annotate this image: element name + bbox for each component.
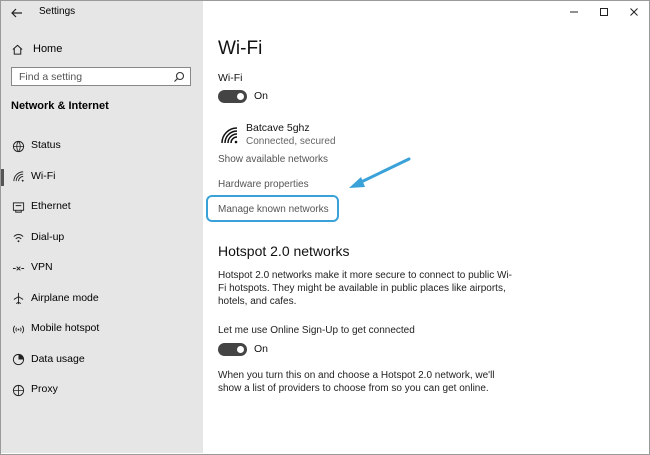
app-title: Settings	[39, 6, 76, 17]
vpn-icon	[11, 261, 25, 275]
data-usage-icon	[11, 353, 25, 367]
sidebar-item-label: Dial-up	[31, 230, 65, 243]
wifi-toggle[interactable]	[218, 90, 247, 103]
maximize-button[interactable]	[589, 1, 619, 23]
sidebar-item-label: Status	[31, 139, 61, 151]
sidebar-item-data-usage[interactable]: Data usage	[1, 345, 203, 376]
home-nav[interactable]: Home	[11, 41, 62, 57]
search-input[interactable]: Find a setting	[11, 67, 191, 86]
hotspot-icon	[11, 322, 25, 336]
network-name[interactable]: Batcave 5ghz	[246, 122, 310, 134]
search-placeholder: Find a setting	[19, 71, 83, 83]
hotspot-section-title: Hotspot 2.0 networks	[218, 243, 350, 259]
sidebar-item-label: Ethernet	[31, 200, 71, 212]
hardware-properties-link[interactable]: Hardware properties	[218, 179, 309, 190]
title-bar: Settings	[1, 1, 203, 25]
section-title: Network & Internet	[11, 100, 109, 112]
home-label: Home	[33, 43, 63, 55]
back-arrow-icon[interactable]	[9, 5, 25, 21]
minimize-icon	[570, 11, 578, 13]
close-icon	[630, 8, 638, 16]
online-signup-description: When you turn this on and choose a Hotsp…	[218, 370, 495, 394]
proxy-icon	[11, 383, 25, 397]
sidebar-item-status[interactable]: Status	[1, 131, 203, 162]
wifi-signal-icon	[221, 127, 238, 144]
sidebar: Settings Home Find a setting Network & I…	[1, 1, 203, 453]
show-available-networks-link[interactable]: Show available networks	[218, 154, 328, 165]
online-signup-label: Let me use Online Sign-Up to get connect…	[218, 325, 415, 336]
network-status: Connected, secured	[246, 136, 336, 147]
online-signup-toggle-state: On	[254, 343, 269, 355]
sidebar-item-vpn[interactable]: VPN	[1, 253, 203, 284]
maximize-icon	[600, 8, 608, 16]
search-icon[interactable]	[173, 71, 185, 83]
sidebar-item-label: Airplane mode	[31, 291, 99, 304]
sidebar-item-label: Wi-Fi	[31, 169, 56, 182]
wifi-label: Wi-Fi	[218, 72, 243, 84]
sidebar-item-ethernet[interactable]: Ethernet	[1, 192, 203, 223]
online-signup-toggle[interactable]	[218, 343, 247, 356]
close-button[interactable]	[619, 1, 649, 23]
annotation-arrow-icon	[349, 157, 411, 188]
window-controls	[559, 1, 649, 23]
sidebar-item-mobile-hotspot[interactable]: Mobile hotspot	[1, 314, 203, 345]
sidebar-item-label: Proxy	[31, 383, 58, 395]
sidebar-item-label: Mobile hotspot	[31, 322, 100, 334]
sidebar-item-label: Data usage	[31, 352, 85, 365]
home-icon	[12, 44, 23, 55]
wifi-toggle-state: On	[254, 90, 269, 102]
sidebar-item-wifi[interactable]: Wi-Fi	[1, 162, 203, 193]
main-content: Wi-Fi Wi-Fi On Batcave 5ghz Connected, s…	[203, 1, 649, 453]
sidebar-item-dialup[interactable]: Dial-up	[1, 223, 203, 254]
wifi-icon	[11, 170, 25, 184]
highlight-box	[206, 195, 339, 222]
hotspot-description: Hotspot 2.0 networks make it more secure…	[218, 270, 513, 307]
sidebar-item-proxy[interactable]: Proxy	[1, 375, 203, 406]
page-title: Wi-Fi	[218, 38, 263, 59]
ethernet-icon	[11, 200, 25, 214]
dialup-icon	[11, 231, 25, 245]
airplane-icon	[11, 292, 25, 306]
sidebar-nav: Status Wi-Fi Ethernet Dial-up VPN Airpla…	[1, 131, 203, 406]
sidebar-item-airplane-mode[interactable]: Airplane mode	[1, 284, 203, 315]
sidebar-item-label: VPN	[31, 261, 53, 273]
minimize-button[interactable]	[559, 1, 589, 23]
globe-icon	[11, 139, 25, 153]
